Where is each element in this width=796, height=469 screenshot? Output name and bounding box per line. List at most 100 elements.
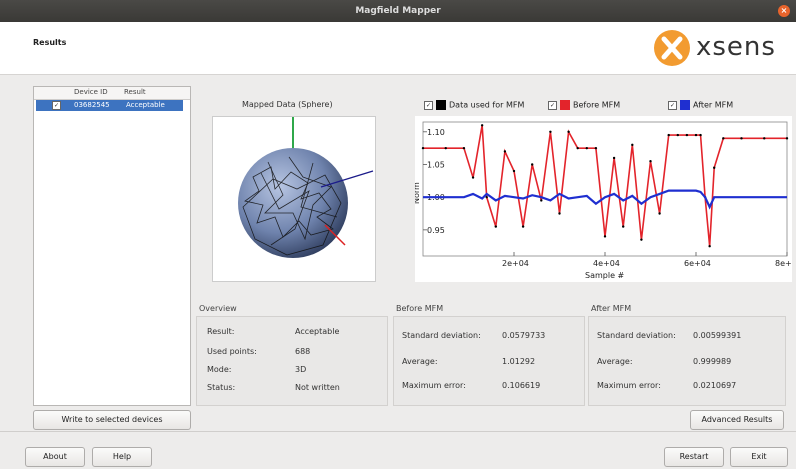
chart-svg: 1.101.051.000.952e+044e+046e+048e+4Sampl… xyxy=(412,116,796,282)
sphere-plot[interactable] xyxy=(212,116,376,282)
data-point xyxy=(640,238,643,241)
legend-checkbox[interactable]: ✓ xyxy=(424,100,433,110)
overview-group: Result: Acceptable Used points: 688 Mode… xyxy=(196,316,388,406)
xsens-logo: xsens xyxy=(654,30,789,66)
x-tick-label: 4e+04 xyxy=(593,259,620,268)
exit-button[interactable]: Exit xyxy=(730,447,788,467)
device-list[interactable]: Device ID Result ✓ 03682545 Acceptable xyxy=(33,86,191,406)
column-result[interactable]: Result xyxy=(124,88,146,96)
legend-after-mfm[interactable]: ✓ After MFM xyxy=(668,100,733,114)
data-point xyxy=(421,146,425,150)
before-label: Maximum error: xyxy=(402,381,466,390)
data-point xyxy=(471,176,475,179)
x-tick-label: 8e+4 xyxy=(775,259,792,268)
after-label: Maximum error: xyxy=(597,381,661,390)
advanced-results-button[interactable]: Advanced Results xyxy=(690,410,784,430)
data-point xyxy=(722,137,725,140)
data-point xyxy=(558,212,561,215)
data-point xyxy=(485,195,488,199)
device-id: 03682545 xyxy=(74,101,110,109)
after-mfm-group: Standard deviation: 0.00599391 Average: … xyxy=(588,316,786,406)
overview-label: Mode: xyxy=(207,365,232,374)
restart-button[interactable]: Restart xyxy=(664,447,724,467)
before-value: 0.106619 xyxy=(502,381,541,390)
window-title: Magfield Mapper xyxy=(355,6,441,16)
data-point xyxy=(540,199,543,202)
logo-text: xsens xyxy=(696,32,776,62)
legend-checkbox[interactable]: ✓ xyxy=(668,100,677,110)
data-point xyxy=(631,143,634,147)
overview-title: Overview xyxy=(199,304,237,313)
data-point xyxy=(531,163,534,166)
header-panel: Results xsens xyxy=(0,22,796,75)
data-point xyxy=(612,156,616,160)
data-point xyxy=(763,137,766,140)
page-title: Results xyxy=(33,38,67,47)
data-point xyxy=(603,235,607,238)
data-point xyxy=(480,124,484,127)
data-point xyxy=(494,225,497,228)
after-value: 0.00599391 xyxy=(693,331,742,340)
data-point xyxy=(694,133,698,137)
overview-value: Acceptable xyxy=(295,327,340,336)
data-point xyxy=(521,225,525,228)
overview-value: 3D xyxy=(295,365,307,374)
data-point xyxy=(658,212,661,215)
y-tick-label: 0.95 xyxy=(427,226,445,235)
data-point xyxy=(567,130,570,134)
x-tick-label: 2e+04 xyxy=(502,259,529,268)
data-point xyxy=(444,146,447,150)
device-result: Acceptable xyxy=(126,101,165,109)
legend-before-mfm[interactable]: ✓ Before MFM xyxy=(548,100,620,114)
data-point xyxy=(576,146,579,150)
norm-chart[interactable]: 1.101.051.000.952e+044e+046e+048e+4Sampl… xyxy=(412,116,796,282)
legend-checkbox[interactable]: ✓ xyxy=(548,100,557,110)
x-tick-label: 6e+04 xyxy=(684,259,711,268)
data-point xyxy=(708,244,711,248)
before-mfm-group: Standard deviation: 0.0579733 Average: 1… xyxy=(393,316,585,406)
data-point xyxy=(549,130,552,134)
title-bar: Magfield Mapper × xyxy=(0,0,796,22)
write-to-selected-devices-button[interactable]: Write to selected devices xyxy=(33,410,191,430)
data-point xyxy=(503,150,507,153)
device-list-header: Device ID Result xyxy=(34,87,190,100)
data-point xyxy=(713,166,716,169)
y-tick-label: 1.05 xyxy=(427,160,445,169)
close-window-button[interactable]: × xyxy=(778,5,790,17)
data-point xyxy=(462,146,466,150)
before-label: Standard deviation: xyxy=(402,331,481,340)
help-button[interactable]: Help xyxy=(92,447,152,467)
y-tick-label: 1.10 xyxy=(427,128,445,137)
data-point xyxy=(699,133,702,137)
data-point xyxy=(649,160,652,163)
after-label: Average: xyxy=(597,357,633,366)
sphere-graphic xyxy=(238,117,374,258)
data-point xyxy=(785,137,789,140)
legend-data-used[interactable]: ✓ Data used for MFM xyxy=(424,100,524,114)
y-axis-label: Norm xyxy=(415,182,421,204)
data-point xyxy=(585,146,588,150)
data-point xyxy=(512,169,516,173)
before-value: 0.0579733 xyxy=(502,331,546,340)
legend-swatch xyxy=(560,100,570,110)
overview-value: 688 xyxy=(295,347,311,356)
before-value: 1.01292 xyxy=(502,357,536,366)
legend-label: Before MFM xyxy=(573,100,621,110)
sphere-label: Mapped Data (Sphere) xyxy=(242,100,333,109)
legend-swatch xyxy=(436,100,446,110)
data-point xyxy=(594,146,598,150)
legend-label: Data used for MFM xyxy=(449,100,525,110)
before-label: Average: xyxy=(402,357,438,366)
data-point xyxy=(676,133,679,137)
about-button[interactable]: About xyxy=(25,447,85,467)
after-value: 0.0210697 xyxy=(693,381,737,390)
after-mfm-title: After MFM xyxy=(591,304,632,313)
device-row[interactable]: ✓ 03682545 Acceptable xyxy=(36,100,183,111)
overview-label: Status: xyxy=(207,383,236,392)
column-device-id[interactable]: Device ID xyxy=(74,88,108,96)
device-checkbox[interactable]: ✓ xyxy=(52,101,61,110)
x-axis-label: Sample # xyxy=(585,271,625,280)
data-point xyxy=(685,133,689,137)
overview-label: Result: xyxy=(207,327,235,336)
after-value: 0.999989 xyxy=(693,357,732,366)
